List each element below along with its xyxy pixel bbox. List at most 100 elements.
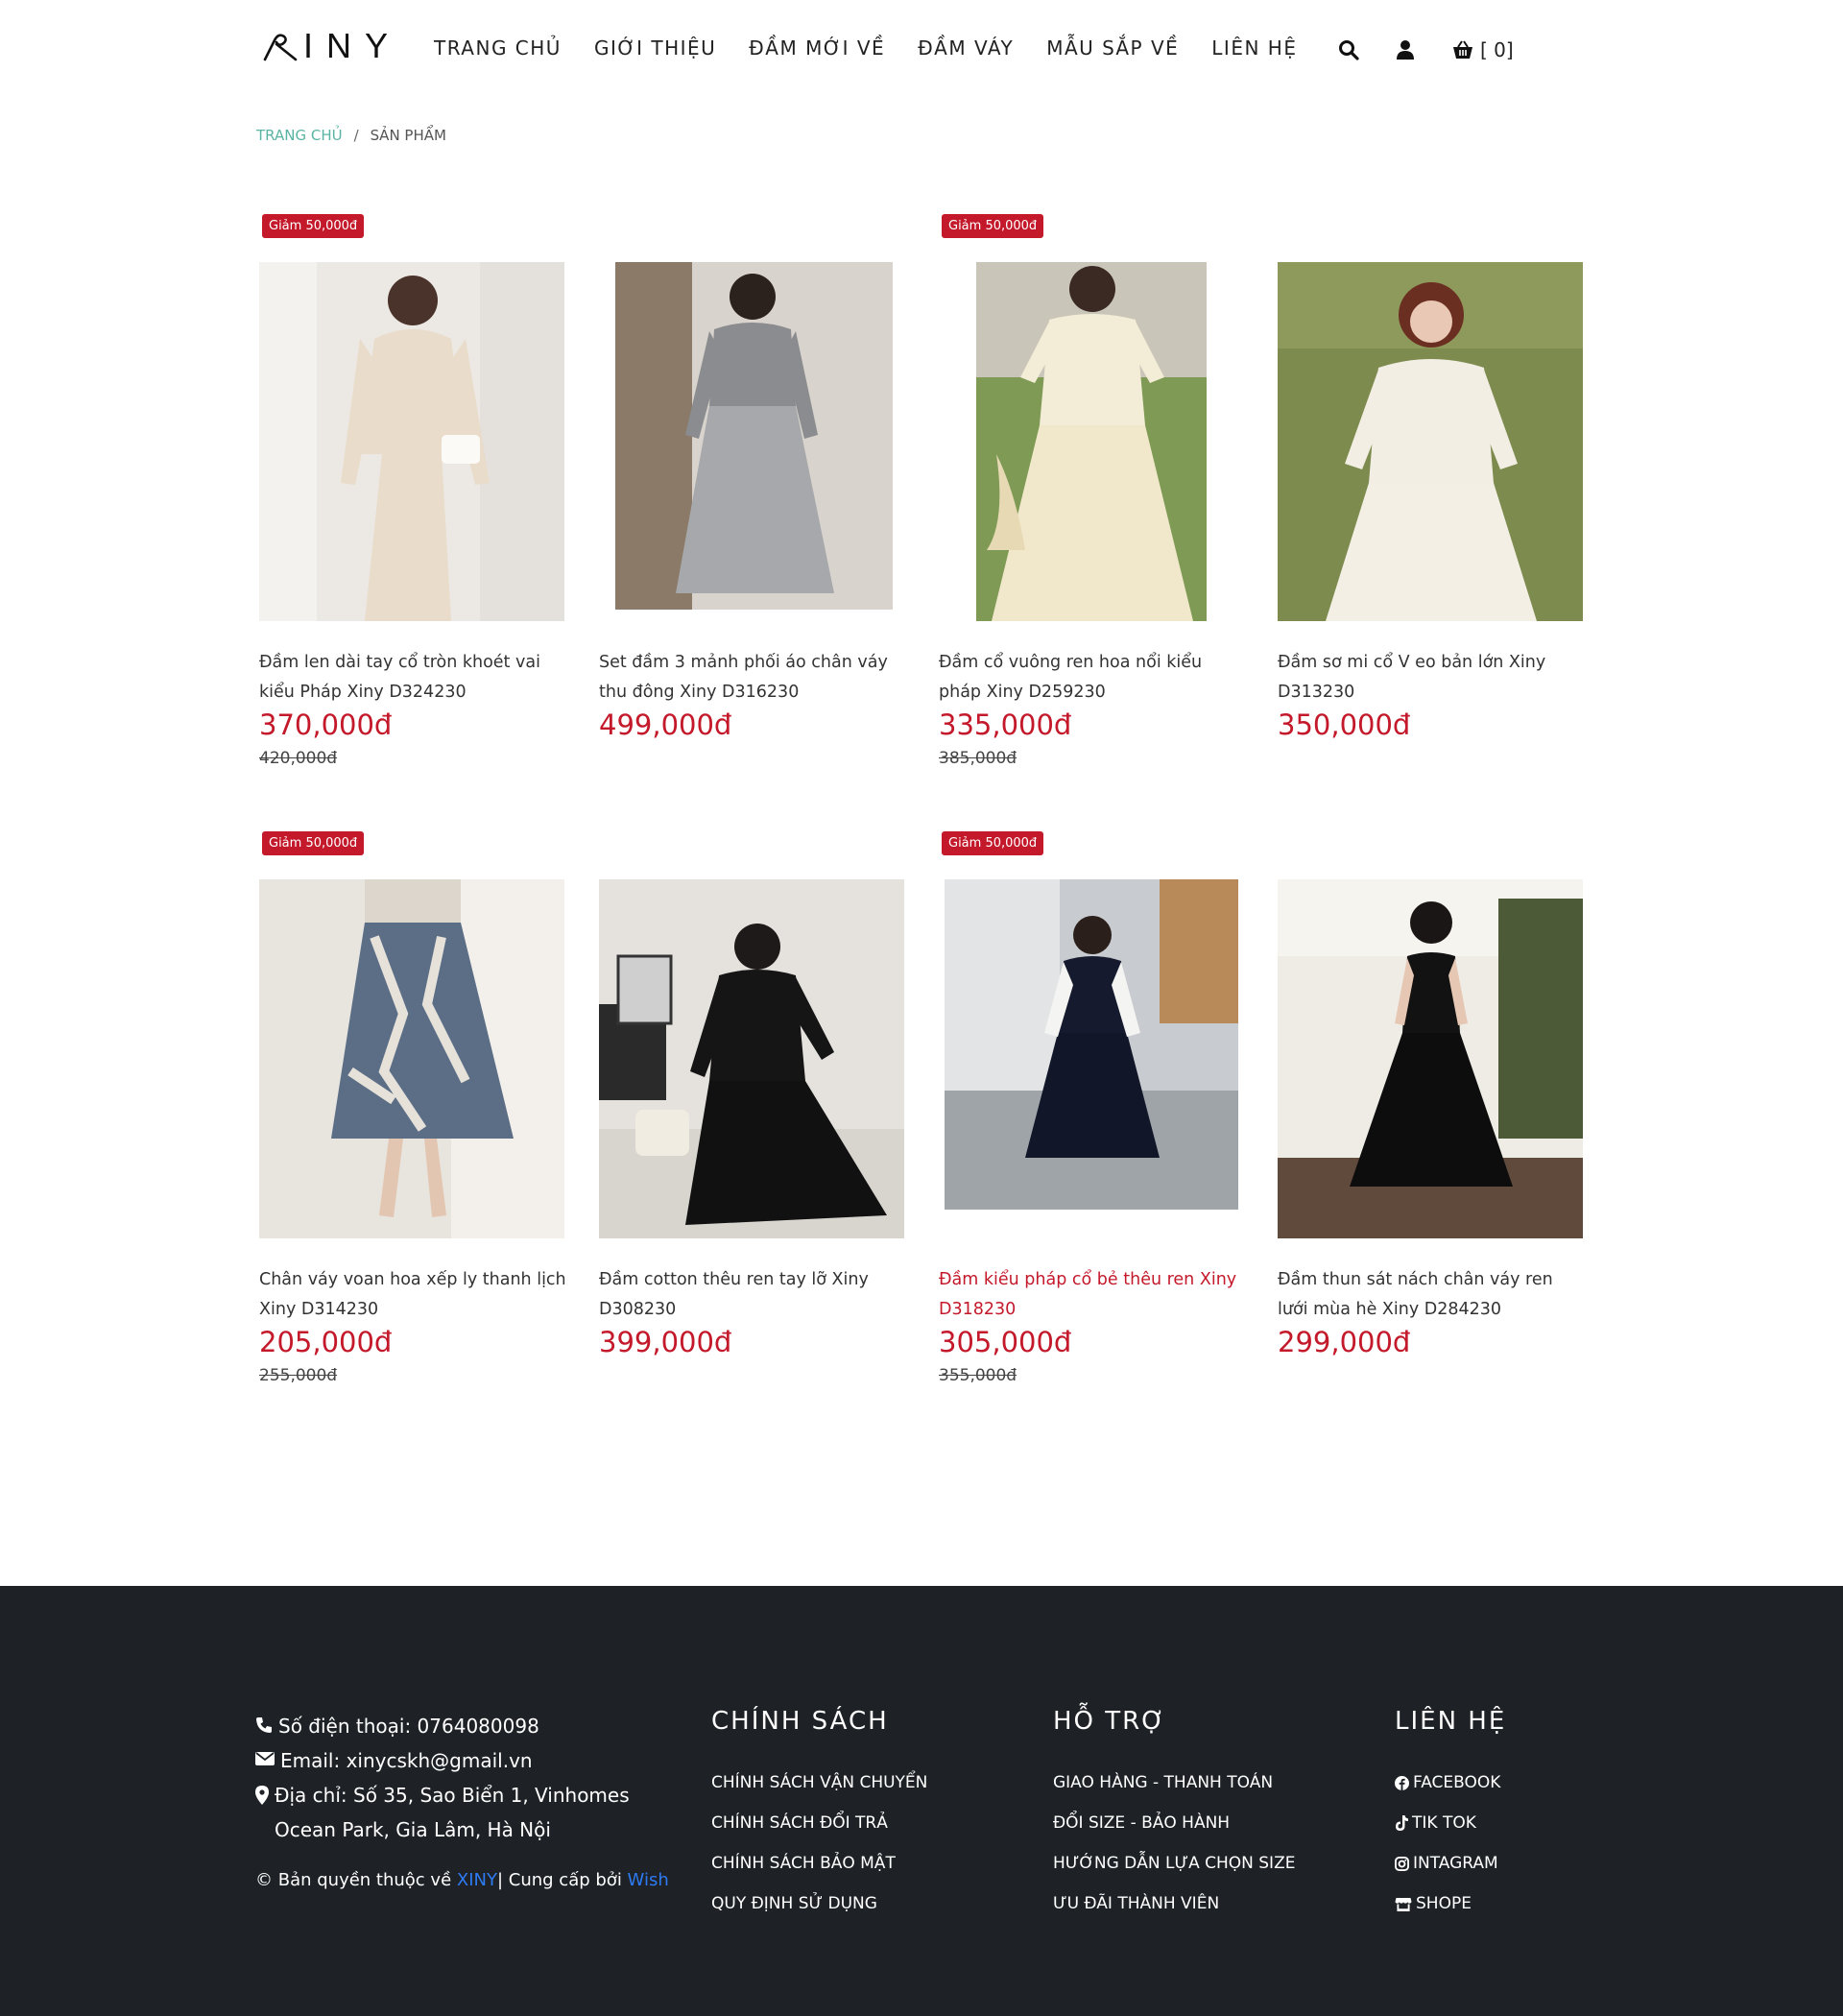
footer-phone-text: Số điện thoại: 0764080098: [278, 1715, 539, 1738]
product-name[interactable]: Đầm len dài tay cổ tròn khoét vai kiểu P…: [259, 648, 566, 708]
footer-address: Địa chỉ: Số 35, Sao Biển 1, Vinhomes Oce…: [255, 1778, 658, 1847]
product-price: 350,000đ: [1278, 708, 1411, 741]
copyright-brand-link[interactable]: XINY: [457, 1870, 497, 1890]
product-card[interactable]: Đầm sơ mi cổ V eo bản lớn Xiny D313230 3…: [1278, 262, 1585, 741]
footer-support-title: HỖ TRỢ: [1053, 1707, 1166, 1736]
nav-item-new-dresses[interactable]: ĐẦM MỚI VỀ: [749, 36, 885, 60]
footer-contact-title: LIÊN HỆ: [1395, 1707, 1507, 1736]
page: INY TRANG CHỦ GIỚI THIỆU ĐẦM MỚI VỀ ĐẦM …: [0, 0, 1843, 2016]
copyright-provider-link[interactable]: Wish: [628, 1870, 669, 1890]
logo[interactable]: INY: [261, 23, 403, 69]
footer-facebook-link[interactable]: FACEBOOK: [1395, 1763, 1506, 1803]
tiktok-icon: [1396, 1815, 1408, 1831]
cart-icon: [1453, 40, 1472, 59]
breadcrumb: TRANG CHỦ / SẢN PHẨM: [256, 127, 446, 144]
footer-policy-title: CHÍNH SÁCH: [711, 1707, 889, 1736]
footer-policy-link[interactable]: CHÍNH SÁCH BẢO MẬT: [711, 1843, 927, 1884]
nav-item-dresses[interactable]: ĐẦM VÁY: [918, 36, 1014, 60]
product-name[interactable]: Set đầm 3 mảnh phối áo chân váy thu đông…: [599, 648, 906, 708]
footer-email[interactable]: Email: xinycskh@gmail.vn: [255, 1743, 658, 1778]
product-card[interactable]: Set đầm 3 mảnh phối áo chân váy thu đông…: [599, 262, 906, 741]
location-icon: [255, 1786, 269, 1805]
discount-badge: Giảm 50,000đ: [942, 831, 1044, 855]
footer-facebook-label: FACEBOOK: [1413, 1773, 1501, 1792]
breadcrumb-home[interactable]: TRANG CHỦ: [256, 127, 343, 144]
header-actions: [ 0]: [1338, 38, 1514, 61]
product-name[interactable]: Chân váy voan hoa xếp ly thanh lịch Xiny…: [259, 1265, 566, 1325]
footer-instagram-link[interactable]: INTAGRAM: [1395, 1843, 1506, 1884]
copyright: © Bản quyền thuộc về XINY| Cung cấp bởi …: [255, 1870, 669, 1890]
footer-address-text: Địa chỉ: Số 35, Sao Biển 1, Vinhomes Oce…: [275, 1784, 630, 1841]
product-image[interactable]: [599, 262, 904, 621]
instagram-icon: [1395, 1856, 1409, 1871]
footer-tiktok-link[interactable]: TIK TOK: [1395, 1803, 1506, 1843]
product-image[interactable]: [259, 262, 564, 621]
footer-policy-link[interactable]: CHÍNH SÁCH ĐỔI TRẢ: [711, 1803, 927, 1843]
discount-badge: Giảm 50,000đ: [262, 214, 365, 238]
site-footer: Số điện thoại: 0764080098 Email: xinycsk…: [0, 1586, 1843, 2016]
product-card[interactable]: Giảm 50,000đ Chân váy voan hoa xếp ly th…: [259, 831, 566, 1385]
nav-item-upcoming[interactable]: MẪU SẮP VỀ: [1046, 36, 1179, 60]
product-name[interactable]: Đầm cổ vuông ren hoa nổi kiểu pháp Xiny …: [939, 648, 1246, 708]
logo-text: INY: [303, 26, 402, 65]
discount-badge: Giảm 50,000đ: [942, 214, 1044, 238]
footer-contact-column: LIÊN HỆ FACEBOOK TIK TOK INTAGRAM SHOPE: [1395, 1707, 1506, 1924]
cart-button[interactable]: [ 0]: [1451, 38, 1514, 61]
footer-shop-label: SHOPE: [1416, 1894, 1472, 1913]
product-price: 335,000đ: [939, 708, 1072, 741]
product-old-price: 420,000đ: [259, 749, 338, 768]
product-image[interactable]: [599, 879, 904, 1238]
product-card[interactable]: Đầm thun sát nách chân váy ren lưới mùa …: [1278, 879, 1585, 1358]
product-old-price: 255,000đ: [259, 1366, 338, 1385]
product-price: 499,000đ: [599, 708, 732, 741]
product-image[interactable]: [1278, 262, 1583, 621]
footer-policy-link[interactable]: QUY ĐỊNH SỬ DỤNG: [711, 1884, 927, 1924]
facebook-icon: [1395, 1775, 1409, 1790]
product-image[interactable]: [939, 262, 1244, 621]
product-name[interactable]: Đầm sơ mi cổ V eo bản lớn Xiny D313230: [1278, 648, 1585, 708]
site-header: INY TRANG CHỦ GIỚI THIỆU ĐẦM MỚI VỀ ĐẦM …: [0, 0, 1843, 108]
footer-policy-column: CHÍNH SÁCH CHÍNH SÁCH VẬN CHUYỂN CHÍNH S…: [711, 1707, 927, 1924]
logo-mark-icon: [263, 34, 298, 61]
email-icon: [255, 1752, 275, 1765]
cart-count: [ 0]: [1480, 38, 1514, 61]
footer-phone[interactable]: Số điện thoại: 0764080098: [255, 1709, 658, 1743]
nav-item-home[interactable]: TRANG CHỦ: [434, 36, 562, 60]
product-name[interactable]: Đầm thun sát nách chân váy ren lưới mùa …: [1278, 1265, 1585, 1325]
shop-icon: [1395, 1897, 1412, 1911]
main-nav: TRANG CHỦ GIỚI THIỆU ĐẦM MỚI VỀ ĐẦM VÁY …: [434, 36, 1329, 60]
product-card[interactable]: Giảm 50,000đ Đầm kiểu pháp cổ bẻ thêu re…: [939, 831, 1246, 1385]
product-name[interactable]: Đầm kiểu pháp cổ bẻ thêu ren Xiny D31823…: [939, 1265, 1246, 1325]
product-old-price: 385,000đ: [939, 749, 1017, 768]
footer-support-link[interactable]: GIAO HÀNG - THANH TOÁN: [1053, 1763, 1295, 1803]
breadcrumb-current: SẢN PHẨM: [370, 127, 446, 144]
footer-contact-info: Số điện thoại: 0764080098 Email: xinycsk…: [255, 1709, 658, 1847]
nav-item-about[interactable]: GIỚI THIỆU: [594, 36, 716, 60]
search-icon[interactable]: [1338, 39, 1359, 60]
footer-support-link[interactable]: HƯỚNG DẪN LỰA CHỌN SIZE: [1053, 1843, 1295, 1884]
product-image[interactable]: [939, 879, 1244, 1238]
product-price: 399,000đ: [599, 1326, 732, 1358]
phone-icon: [256, 1717, 272, 1733]
footer-email-text: Email: xinycskh@gmail.vn: [280, 1749, 533, 1772]
footer-shop-link[interactable]: SHOPE: [1395, 1884, 1506, 1924]
product-card[interactable]: Giảm 50,000đ Đầm len dài tay cổ tròn kho…: [259, 214, 566, 768]
product-image[interactable]: [259, 879, 564, 1238]
product-price: 205,000đ: [259, 1326, 393, 1358]
product-image[interactable]: [1278, 879, 1583, 1238]
product-card[interactable]: Đầm cotton thêu ren tay lỡ Xiny D308230 …: [599, 879, 906, 1358]
nav-item-contact[interactable]: LIÊN HỆ: [1211, 36, 1297, 60]
product-old-price: 355,000đ: [939, 1366, 1017, 1385]
product-card[interactable]: Giảm 50,000đ Đầm cổ vuông ren hoa nổi ki…: [939, 214, 1246, 768]
footer-support-column: HỖ TRỢ GIAO HÀNG - THANH TOÁN ĐỔI SIZE -…: [1053, 1707, 1295, 1924]
copyright-prefix: © Bản quyền thuộc về: [255, 1870, 457, 1890]
footer-support-link[interactable]: ƯU ĐÃI THÀNH VIÊN: [1053, 1884, 1295, 1924]
product-price: 370,000đ: [259, 708, 393, 741]
footer-support-link[interactable]: ĐỔI SIZE - BẢO HÀNH: [1053, 1803, 1295, 1843]
product-name[interactable]: Đầm cotton thêu ren tay lỡ Xiny D308230: [599, 1265, 906, 1325]
footer-policy-link[interactable]: CHÍNH SÁCH VẬN CHUYỂN: [711, 1763, 927, 1803]
copyright-mid: | Cung cấp bởi: [496, 1870, 628, 1890]
product-price: 305,000đ: [939, 1326, 1072, 1358]
breadcrumb-separator: /: [353, 127, 359, 144]
user-icon[interactable]: [1396, 39, 1415, 60]
